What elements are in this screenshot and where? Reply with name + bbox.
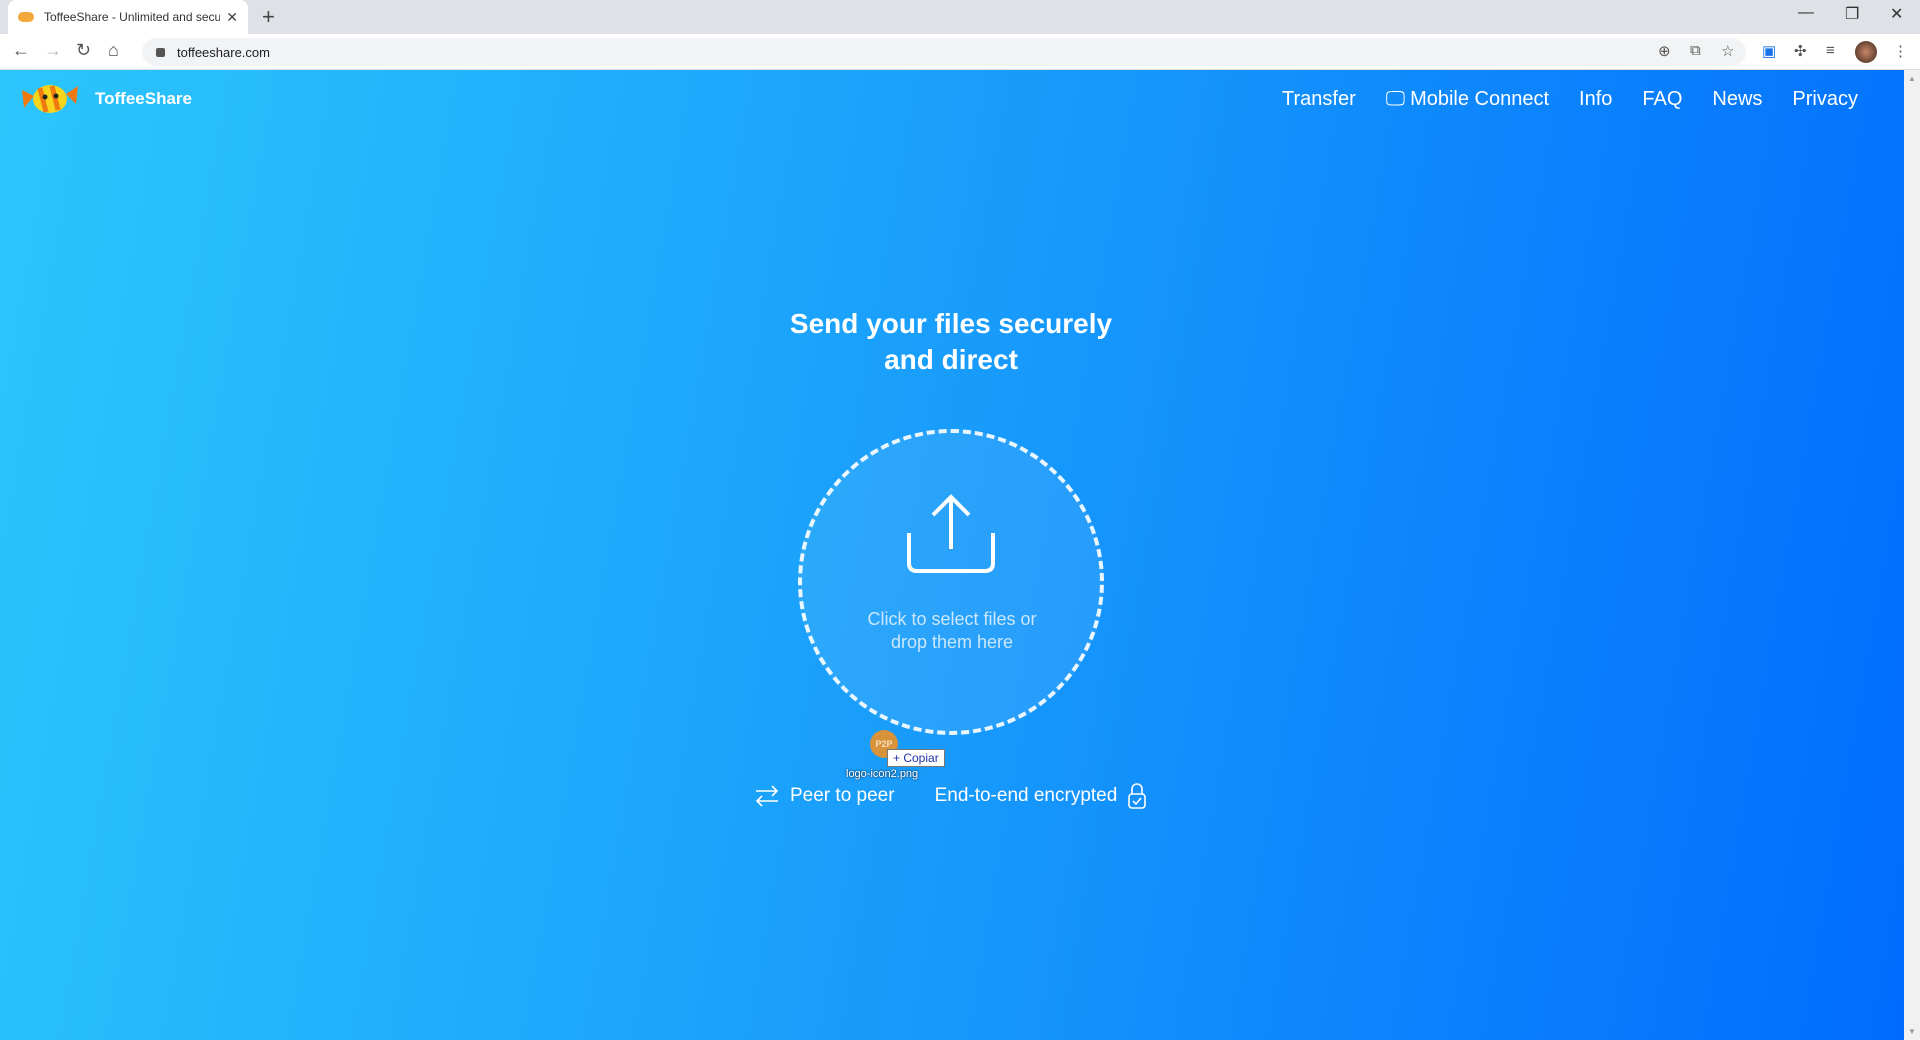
monitor-icon: 🖵 [1385, 88, 1406, 110]
tab-bar: ToffeeShare - Unlimited and secu ✕ + — ❐… [0, 0, 1920, 34]
tab-title: ToffeeShare - Unlimited and secu [44, 10, 221, 24]
close-window-icon[interactable]: ✕ [1890, 4, 1903, 24]
browser-toolbar: ← → ↻ ⌂ toffeeshare.com ⊕ ⧉ ☆ ▣ ✣ ≡ ⋮ [0, 34, 1920, 70]
feature-encrypted: End-to-end encrypted [935, 782, 1148, 810]
favicon-icon [18, 12, 34, 22]
nav-privacy[interactable]: Privacy [1792, 88, 1858, 111]
dragged-filename: logo-icon2.png [846, 768, 919, 780]
new-tab-button[interactable]: + [262, 4, 275, 30]
forward-icon[interactable]: → [44, 40, 62, 61]
restore-icon[interactable]: ❐ [1845, 4, 1859, 24]
bookmark-star-icon[interactable]: ☆ [1721, 42, 1734, 60]
drop-message: Click to select files or drop them here [867, 609, 1037, 652]
close-tab-icon[interactable]: ✕ [226, 9, 238, 26]
extension-tag-icon[interactable]: ▣ [1762, 42, 1776, 60]
avatar[interactable] [1855, 41, 1877, 63]
main-nav: Transfer 🖵 Mobile Connect Info FAQ News P… [1282, 88, 1858, 111]
minimize-icon[interactable]: — [1798, 4, 1814, 22]
nav-news[interactable]: News [1712, 88, 1762, 111]
lock-icon [156, 47, 165, 57]
lock-check-icon [1128, 783, 1147, 809]
nav-label: Privacy [1792, 88, 1858, 110]
nav-label: FAQ [1642, 88, 1683, 110]
nav-label: Mobile Connect [1410, 88, 1550, 110]
nav-label: Info [1579, 88, 1613, 110]
page-title: Send your files securely and direct [789, 308, 1113, 375]
menu-icon[interactable]: ⋮ [1893, 42, 1908, 60]
file-drop-zone[interactable]: Click to select files or drop them here [798, 429, 1104, 735]
toffee-logo-icon[interactable] [20, 80, 80, 116]
upload-icon [907, 494, 995, 573]
install-icon[interactable]: ⊕ [1658, 42, 1671, 60]
back-icon[interactable]: ← [12, 40, 30, 61]
nav-mobile-connect[interactable]: 🖵 Mobile Connect [1386, 88, 1549, 111]
features: Peer to peer End-to-end encrypted [754, 782, 1147, 810]
nav-label: News [1712, 88, 1763, 110]
scrollbar[interactable]: ▲ ▼ [1904, 70, 1920, 1040]
nav-info[interactable]: Info [1579, 88, 1612, 111]
nav-label: Transfer [1282, 88, 1356, 110]
copy-tooltip: + Copiar [887, 749, 945, 767]
browser-tab[interactable]: ToffeeShare - Unlimited and secu ✕ [8, 0, 248, 34]
reload-icon[interactable]: ↻ [76, 40, 91, 61]
url-text: toffeeshare.com [177, 44, 270, 60]
feature-label: Peer to peer [790, 785, 895, 806]
brand-name[interactable]: ToffeeShare [95, 89, 192, 109]
translate-icon[interactable]: ⧉ [1690, 42, 1701, 59]
feature-label: End-to-end encrypted [934, 785, 1118, 806]
extensions-puzzle-icon[interactable]: ✣ [1794, 42, 1807, 60]
address-bar[interactable]: toffeeshare.com [142, 38, 1746, 66]
media-icon[interactable]: ≡ [1826, 42, 1835, 59]
home-icon[interactable]: ⌂ [108, 40, 119, 61]
nav-faq[interactable]: FAQ [1642, 88, 1682, 111]
page: ToffeeShare Transfer 🖵 Mobile Connect Inf… [0, 70, 1904, 1040]
swap-arrows-icon [755, 785, 779, 807]
nav-transfer[interactable]: Transfer [1282, 88, 1356, 111]
feature-peer-to-peer: Peer to peer [754, 784, 895, 808]
